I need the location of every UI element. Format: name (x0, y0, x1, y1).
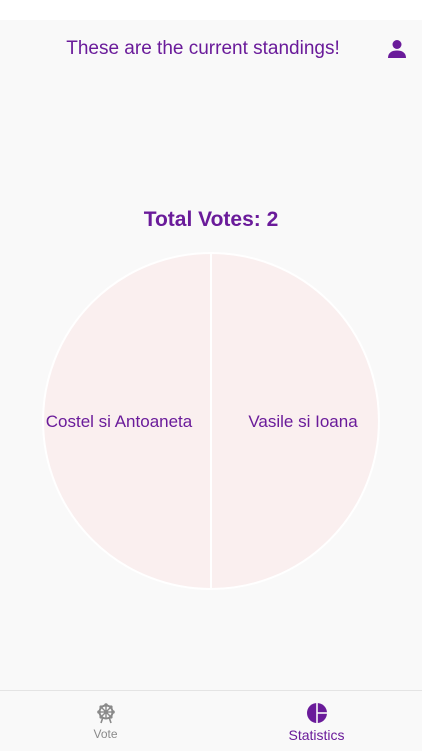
status-bar (0, 0, 422, 20)
tab-statistics[interactable]: Statistics (211, 691, 422, 751)
tab-vote[interactable]: Vote (0, 691, 211, 751)
tab-vote-label: Vote (93, 727, 118, 741)
ferris-wheel-icon (96, 703, 115, 724)
pie-chart-icon (306, 703, 327, 723)
bottom-tab-bar: Vote Statistics (0, 690, 422, 751)
profile-button[interactable] (386, 38, 408, 60)
person-icon (388, 40, 406, 58)
tab-statistics-label: Statistics (288, 727, 345, 743)
page-title: These are the current standings! (66, 38, 340, 59)
pie-chart-svg: Costel si Antoaneta Vasile si Ioana (42, 251, 380, 591)
pie-slice-label: Costel si Antoaneta (46, 412, 193, 431)
votes-pie-chart: Costel si Antoaneta Vasile si Ioana (40, 250, 382, 592)
total-votes: Total Votes: 2 (143, 208, 279, 231)
app-header: These are the current standings! (0, 20, 422, 80)
pie-slice-label: Vasile si Ioana (248, 412, 358, 431)
